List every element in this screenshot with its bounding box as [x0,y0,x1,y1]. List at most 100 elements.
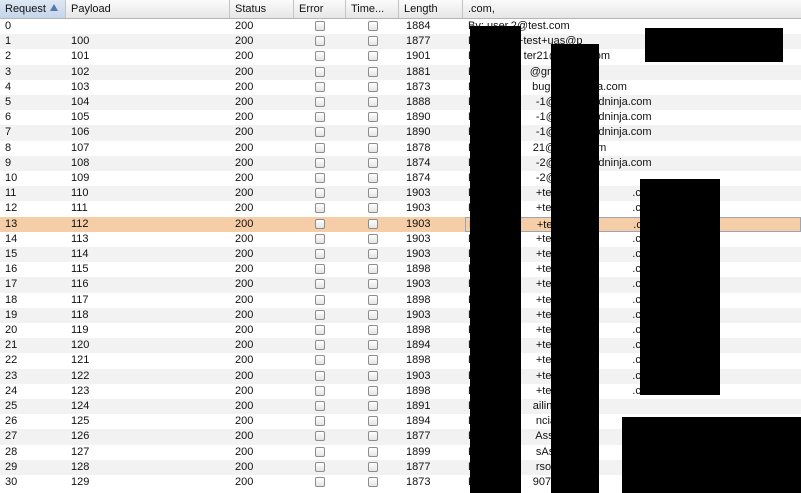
length-cell: 1903 [406,308,431,321]
length-cell: 1890 [406,111,431,124]
length-cell: 1898 [406,354,431,367]
timeout-checkbox [368,81,378,92]
error-checkbox [315,127,325,138]
timeout-checkbox [368,36,378,47]
redaction-block [470,26,521,493]
table-row[interactable]: 61052001890By: ha -1@bugcrowdninja.com [0,110,801,125]
table-header: Request Payload Status Error Time... Len… [0,0,801,19]
column-header-request[interactable]: Request [0,0,66,18]
payload-cell: 113 [71,232,89,245]
status-cell: 200 [235,339,254,352]
status-cell: 200 [235,96,254,108]
timeout-checkbox [368,401,378,411]
redaction-block [551,44,599,493]
length-cell: 1890 [406,126,431,139]
table-row[interactable]: 51042001888By: ha -1@bugcrowdninja.com [0,95,801,111]
error-checkbox [315,173,325,183]
payload-cell [71,19,221,34]
length-cell: 1901 [406,50,431,63]
status-cell: 200 [235,172,254,184]
table-row[interactable]: 71062001890By: ha -1@bugcrowdninja.com [0,125,801,141]
request-number-cell: 25 [5,400,18,412]
request-number-cell: 12 [5,202,18,215]
redaction-block [640,179,720,395]
error-checkbox [315,81,325,92]
error-checkbox [315,461,325,472]
timeout-checkbox [368,188,378,199]
timeout-checkbox [368,173,378,183]
column-header-status[interactable]: Status [230,0,294,18]
request-number-cell: 10 [5,172,18,184]
error-checkbox [315,233,325,244]
column-header-error[interactable]: Error [294,0,346,18]
payload-cell: 121 [71,354,90,367]
request-number-cell: 22 [5,354,18,367]
payload-cell: 116 [71,278,89,291]
error-checkbox [315,51,325,62]
column-header-label: Status [235,3,267,15]
length-cell: 1898 [406,324,431,336]
length-cell: 1894 [406,339,431,352]
error-checkbox [315,431,325,442]
status-cell: 200 [235,111,254,124]
error-checkbox [315,249,325,259]
table-row[interactable]: 3 102 200 1881 By: fa @gmail.com [0,64,801,80]
length-cell: 1898 [406,293,431,306]
status-cell: 200 [235,293,254,306]
request-number-cell: 28 [5,445,18,458]
length-cell: 1891 [406,400,431,412]
status-cell: 200 [235,384,254,397]
table-row[interactable]: 4 103 200 1873 By: iq bugcrowdninja.com [0,80,801,95]
error-checkbox [315,355,325,366]
error-checkbox [315,112,325,123]
status-cell: 200 [235,187,254,200]
error-checkbox [315,203,325,214]
request-number-cell: 30 [5,476,18,488]
status-cell: 200 [235,65,254,78]
column-header-timeout[interactable]: Time... [346,0,399,18]
timeout-checkbox [368,461,378,472]
timeout-checkbox [368,264,378,275]
length-cell: 1877 [406,430,431,443]
payload-cell: 104 [71,96,90,108]
length-cell: 1874 [406,156,431,169]
redaction-block [645,28,783,62]
length-cell: 1884 [406,20,431,32]
payload-cell: 108 [71,156,90,169]
column-header-payload[interactable]: Payload [66,0,230,18]
table-row[interactable]: 8 107 200 1878 By: th 21@gmail.com [0,141,801,156]
table-row[interactable]: 25 124 200 1891 By: te ailinator.com [0,399,801,415]
payload-cell: 118 [71,308,89,321]
table-row[interactable]: 91082001874By: ha -2@bugcrowdninja.com [0,155,801,171]
request-number-cell: 9 [5,156,12,169]
timeout-checkbox [368,309,378,320]
request-number-cell: 18 [5,293,18,306]
timeout-checkbox [368,203,378,214]
payload-cell: 127 [71,445,90,458]
error-checkbox [315,157,325,168]
column-header-response[interactable]: .com, [463,0,801,18]
request-number-cell: 8 [5,141,12,154]
length-cell: 1877 [406,460,431,473]
length-cell: 1877 [406,35,431,48]
request-number-cell: 5 [5,96,12,108]
timeout-checkbox [368,249,378,259]
error-checkbox [315,66,325,77]
error-checkbox [315,142,325,153]
column-header-length[interactable]: Length [399,0,463,18]
status-cell: 200 [235,445,254,458]
status-cell: 200 [235,126,254,139]
request-number-cell: 17 [5,278,18,291]
request-number-cell: 20 [5,324,18,336]
length-cell: 1898 [406,263,431,276]
sort-ascending-icon [49,4,58,11]
column-header-label: Error [299,3,324,15]
payload-cell: 107 [71,141,90,154]
status-cell: 200 [235,369,254,382]
payload-cell: 103 [71,80,90,93]
request-number-cell: 2 [5,50,12,63]
payload-cell: 111 [71,202,88,215]
length-cell: 1903 [406,369,431,382]
error-checkbox [315,340,325,351]
request-number-cell: 21 [5,339,18,352]
